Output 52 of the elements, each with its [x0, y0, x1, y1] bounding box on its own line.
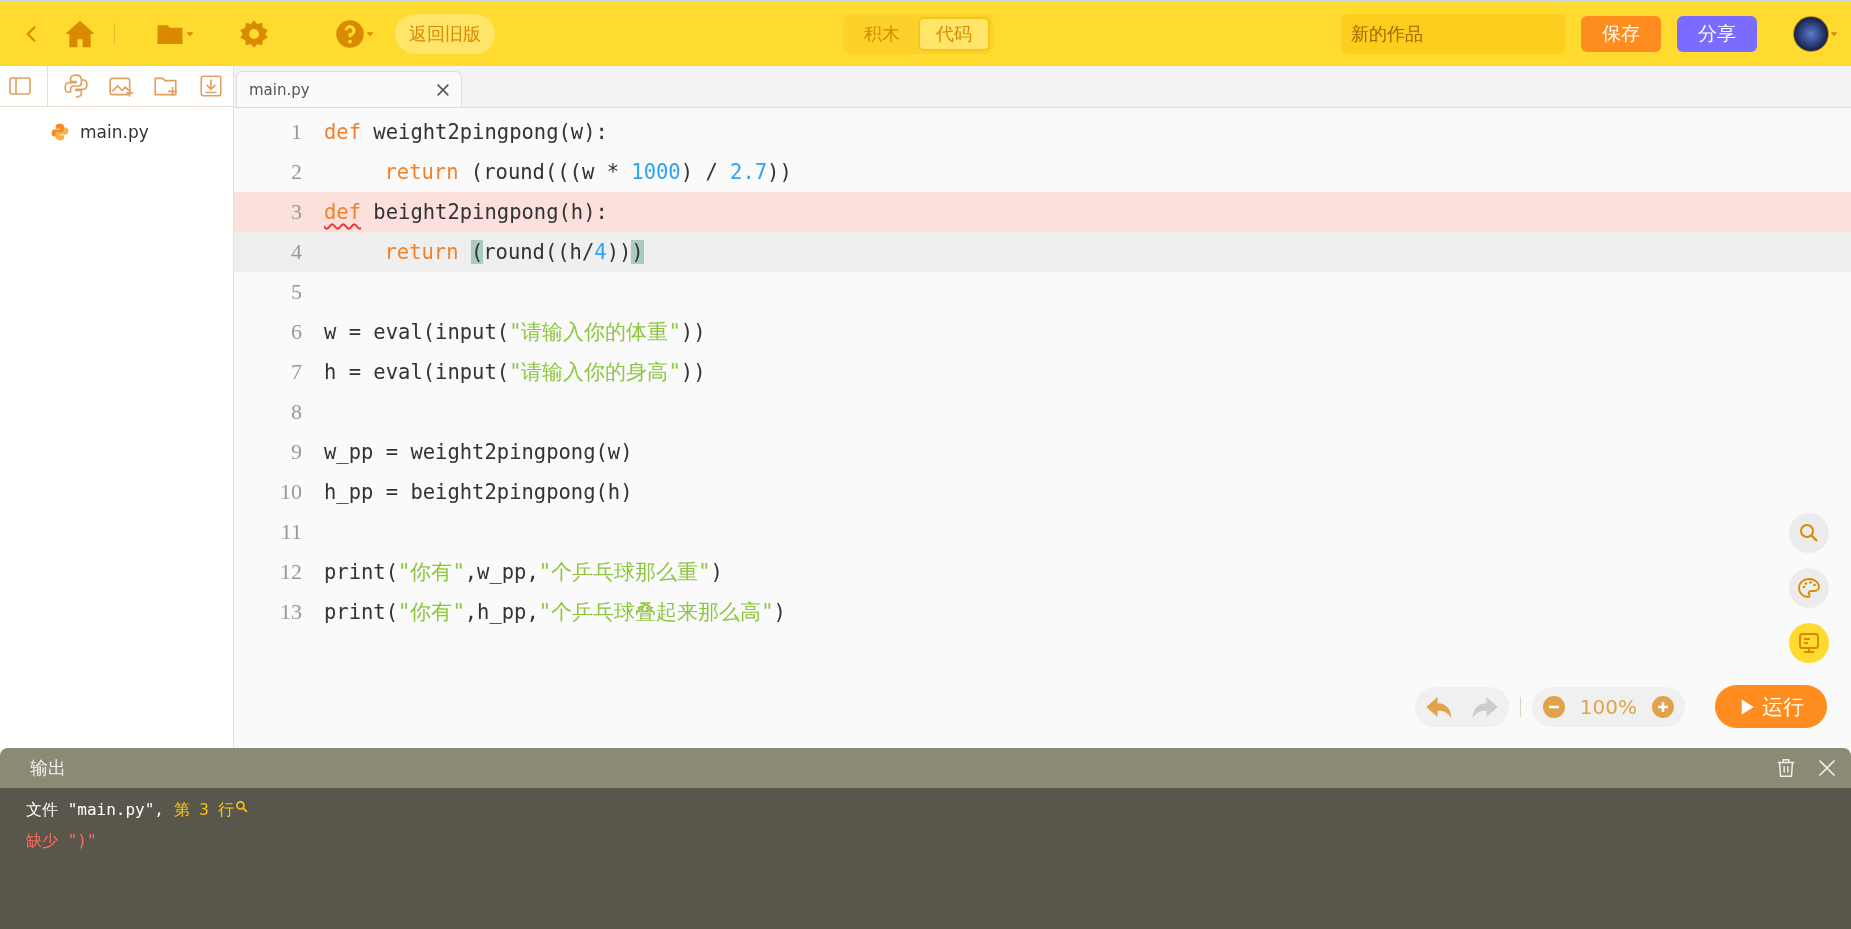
zoom-level: 100%	[1579, 694, 1637, 719]
file-name[interactable]: main.py	[80, 122, 149, 142]
line-number: 12	[279, 559, 303, 585]
line-number: 11	[279, 519, 303, 545]
tab-label[interactable]: main.py	[249, 80, 310, 99]
settings-icon[interactable]	[239, 18, 269, 49]
line-number: 6	[290, 319, 303, 345]
line-number: 2	[290, 159, 303, 185]
code-line[interactable]: def beight2pingpong(h):	[324, 200, 608, 224]
close-icon[interactable]	[435, 81, 451, 98]
line-number: 5	[290, 279, 303, 305]
error-message: 缺少 ")"	[26, 831, 97, 852]
trash-icon[interactable]	[1775, 757, 1797, 779]
line-number: 10	[279, 479, 303, 505]
line-number: 1	[290, 119, 303, 145]
code-line[interactable]: w_pp = weight2pingpong(w)	[324, 440, 633, 464]
search-button[interactable]	[1789, 513, 1829, 553]
code-line[interactable]: print("你有",h_pp,"个乒乓球叠起来那么高")	[324, 598, 786, 626]
palette-icon	[1797, 576, 1821, 600]
code-line[interactable]: return (round((h/4)))	[324, 240, 644, 264]
monitor-button[interactable]	[1789, 623, 1829, 663]
search-icon[interactable]	[234, 800, 248, 813]
avatar[interactable]	[1793, 15, 1829, 52]
code-line[interactable]: h_pp = beight2pingpong(h)	[324, 480, 633, 504]
code-line[interactable]: w = eval(input("请输入你的体重"))	[324, 318, 706, 346]
close-icon[interactable]	[1817, 758, 1837, 778]
title-field[interactable]: 新的作品	[1341, 13, 1565, 54]
palette-button[interactable]	[1789, 568, 1829, 608]
code-line[interactable]: h = eval(input("请输入你的身高"))	[324, 358, 706, 386]
line-number: 8	[290, 399, 303, 425]
file-tab[interactable]: main.py	[236, 71, 462, 107]
code-line[interactable]: return (round(((w * 1000) / 2.7))	[324, 160, 792, 184]
line-number: 4	[290, 239, 303, 265]
code-line[interactable]: def weight2pingpong(w):	[324, 120, 608, 144]
minus-circle-icon	[1541, 694, 1566, 719]
zoom-out-button[interactable]	[1541, 694, 1566, 719]
panel-toggle-icon[interactable]	[8, 74, 32, 98]
help-icon[interactable]	[335, 18, 365, 49]
plus-circle-icon	[1651, 694, 1675, 719]
zoom-in-button[interactable]	[1651, 694, 1675, 719]
monitor-icon	[1797, 631, 1821, 655]
line-number: 9	[290, 439, 303, 465]
python-icon	[50, 122, 70, 142]
line-number: 3	[290, 199, 303, 225]
code-line[interactable]: print("你有",w_pp,"个乒乓球那么重")	[324, 558, 723, 586]
share-button[interactable]: 分享	[1677, 15, 1757, 52]
python-file-icon[interactable]	[63, 73, 89, 99]
line-number: 7	[290, 359, 303, 385]
error-location: 文件 "main.py", 第 3 行	[26, 800, 235, 821]
line-number: 13	[279, 599, 303, 625]
output-title: 输出	[30, 756, 67, 780]
download-icon[interactable]	[198, 73, 224, 99]
